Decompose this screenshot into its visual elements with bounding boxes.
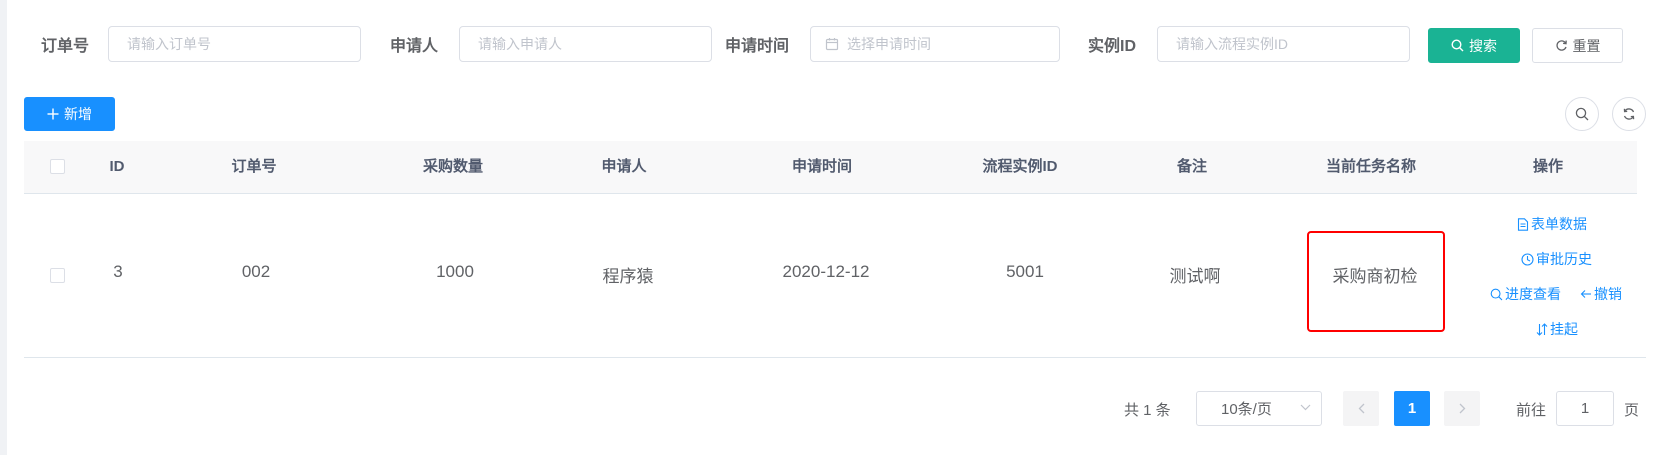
progress-view-link[interactable]: 进度查看 (1490, 284, 1561, 304)
document-icon (1517, 217, 1531, 231)
search-icon (1451, 39, 1464, 52)
goto-prefix: 前往 (1516, 402, 1547, 419)
sort-icon (1536, 322, 1550, 336)
instance-id-input[interactable]: 请输入流程实例ID (1157, 26, 1410, 62)
select-all-checkbox[interactable] (50, 159, 65, 174)
arrow-left-icon (1580, 288, 1594, 300)
column-header-apply-time: 申请时间 (791, 158, 853, 175)
add-button[interactable]: 新增 (24, 97, 115, 131)
column-header-actions: 操作 (1532, 158, 1564, 175)
goto-page-input[interactable]: 1 (1556, 391, 1614, 426)
column-header-instance-id: 流程实例ID (982, 158, 1058, 175)
reset-button[interactable]: 重置 (1532, 28, 1623, 63)
calendar-icon (825, 37, 839, 51)
suspend-link[interactable]: 挂起 (1536, 319, 1578, 339)
form-data-link[interactable]: 表单数据 (1517, 214, 1587, 234)
refresh-icon (1555, 39, 1568, 52)
plus-icon (47, 108, 59, 120)
next-page-button[interactable] (1444, 391, 1480, 426)
search-button[interactable]: 搜索 (1428, 28, 1520, 63)
column-header-current-task: 当前任务名称 (1325, 158, 1417, 175)
approval-history-link[interactable]: 审批历史 (1521, 249, 1592, 269)
chevron-left-icon (1358, 403, 1365, 414)
order-no-input[interactable]: 请输入订单号 (108, 26, 361, 62)
table-header: ID 订单号 采购数量 申请人 申请时间 流程实例ID 备注 当前任务名称 操作 (24, 141, 1637, 194)
column-header-remark: 备注 (1176, 158, 1208, 175)
apply-time-picker[interactable]: 选择申请时间 (810, 26, 1060, 62)
column-header-order-no: 订单号 (231, 158, 277, 175)
order-no-label: 订单号 (41, 38, 90, 55)
add-button-label: 新增 (64, 106, 92, 122)
search-icon (1575, 107, 1589, 121)
column-header-id: ID (109, 158, 125, 175)
instance-id-label: 实例ID (1088, 38, 1137, 55)
refresh-table-button[interactable] (1612, 97, 1646, 131)
apply-time-label: 申请时间 (725, 38, 790, 55)
form-data-label: 表单数据 (1531, 216, 1587, 232)
page-size-value: 10条/页 (1221, 401, 1272, 418)
cell-applicant: 程序猿 (602, 267, 654, 286)
cell-remark: 测试啊 (1169, 267, 1221, 286)
chevron-right-icon (1459, 403, 1466, 414)
progress-view-label: 进度查看 (1505, 286, 1561, 302)
column-header-applicant: 申请人 (601, 158, 647, 175)
page-number-current[interactable]: 1 (1394, 391, 1430, 426)
current-task-highlight (1307, 231, 1445, 332)
applicant-label: 申请人 (390, 38, 439, 55)
page-left-edge (0, 0, 7, 455)
goto-suffix: 页 (1624, 402, 1640, 419)
applicant-input[interactable]: 请输入申请人 (459, 26, 712, 62)
page-size-select[interactable]: 10条/页 (1196, 391, 1322, 426)
cell-id: 3 (113, 262, 123, 281)
clock-icon (1521, 252, 1536, 266)
cell-instance-id: 5001 (1006, 262, 1044, 281)
cell-apply-time: 2020-12-12 (782, 262, 870, 281)
search-button-label: 搜索 (1469, 37, 1497, 54)
prev-page-button[interactable] (1343, 391, 1379, 426)
chevron-down-icon (1300, 404, 1311, 411)
approval-history-label: 审批历史 (1536, 251, 1592, 267)
revoke-label: 撤销 (1594, 286, 1622, 302)
suspend-label: 挂起 (1550, 321, 1578, 337)
refresh-icon (1622, 107, 1636, 121)
column-header-quantity: 采购数量 (422, 158, 484, 175)
cell-quantity: 1000 (436, 262, 474, 281)
revoke-link[interactable]: 撤销 (1580, 284, 1622, 304)
row-divider (24, 357, 1646, 358)
pagination-total: 共 1 条 (1124, 402, 1171, 419)
row-checkbox[interactable] (50, 268, 65, 283)
search-icon (1490, 288, 1505, 301)
cell-order-no: 002 (241, 262, 271, 281)
toggle-search-button[interactable] (1565, 97, 1599, 131)
reset-button-label: 重置 (1572, 37, 1601, 54)
apply-time-placeholder: 选择申请时间 (847, 36, 931, 52)
